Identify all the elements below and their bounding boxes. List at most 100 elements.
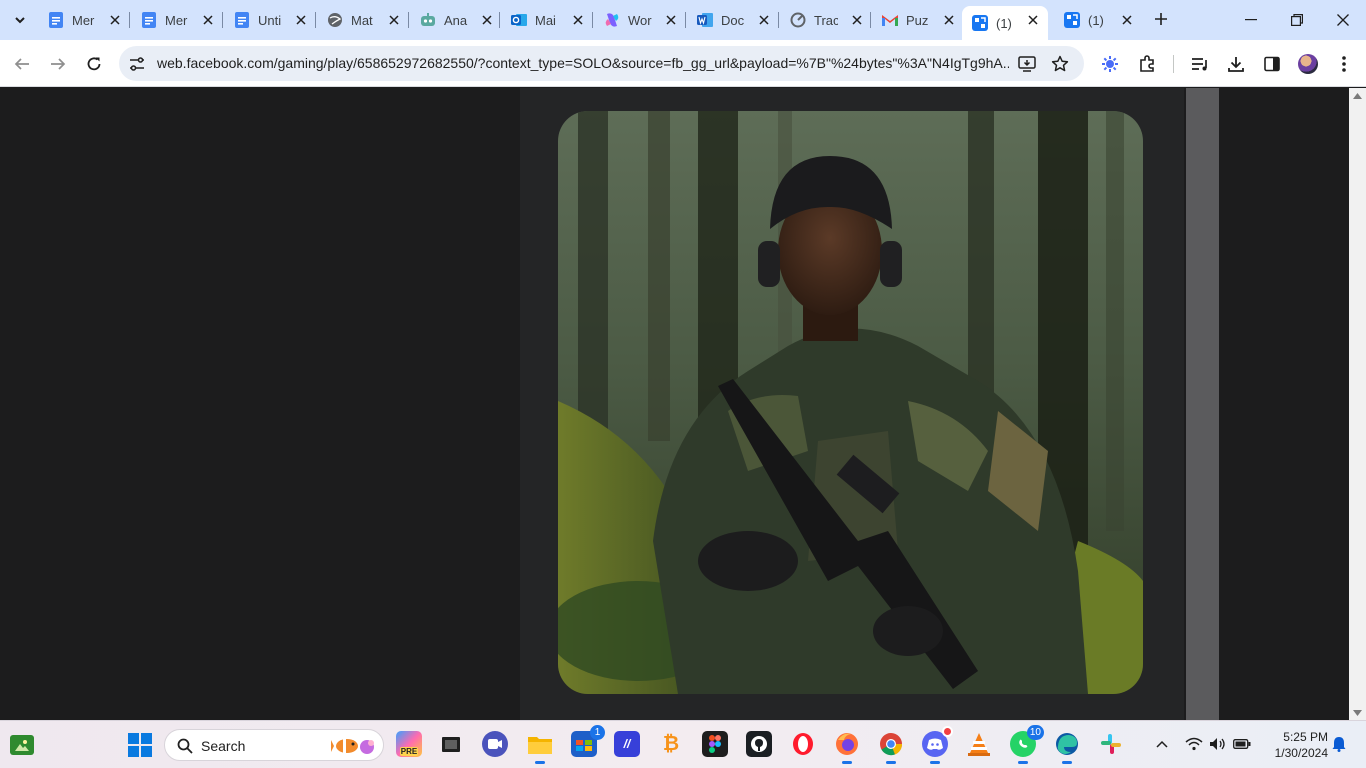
battery-icon[interactable]: [1233, 735, 1251, 753]
figma-icon[interactable]: [702, 731, 728, 757]
close-icon[interactable]: [942, 13, 956, 27]
url-text[interactable]: web.facebook.com/gaming/play/65865297268…: [157, 55, 1009, 71]
tab-title: Mer: [165, 12, 188, 28]
slack-icon[interactable]: [1098, 731, 1124, 757]
reload-button[interactable]: [80, 50, 108, 78]
back-button[interactable]: [8, 50, 36, 78]
page-margin: [1219, 88, 1349, 720]
page-scrollbar[interactable]: [1349, 88, 1366, 720]
tab-outlook[interactable]: Mai: [501, 6, 593, 34]
minimize-icon: [1245, 19, 1257, 21]
tracker-icon: [790, 12, 806, 28]
install-app-icon[interactable]: [1017, 54, 1037, 74]
restore-icon: [1291, 14, 1303, 26]
tab-title: Mat: [351, 12, 373, 28]
game-image-soldier[interactable]: [558, 111, 1143, 694]
tab-docs-2[interactable]: Mer: [131, 6, 223, 34]
task-view-icon[interactable]: [438, 731, 464, 757]
site-settings-icon[interactable]: [127, 54, 147, 74]
scroll-down-arrow-icon[interactable]: [1353, 708, 1362, 717]
wifi-icon[interactable]: [1185, 735, 1203, 753]
tab-title: Puz: [906, 12, 929, 28]
windows-start-icon[interactable]: [127, 732, 153, 758]
close-icon[interactable]: [757, 13, 771, 27]
minimize-button[interactable]: [1228, 6, 1274, 34]
whatsapp-icon[interactable]: 10: [1010, 725, 1044, 764]
edge-icon[interactable]: [1054, 731, 1080, 764]
close-icon: [1337, 14, 1349, 26]
scroll-up-arrow-icon[interactable]: [1353, 91, 1362, 100]
close-window-button[interactable]: [1320, 6, 1366, 34]
file-explorer-icon[interactable]: [527, 731, 553, 764]
chrome-menu-icon[interactable]: [1332, 52, 1356, 76]
arrow-right-icon: [51, 58, 66, 70]
close-icon[interactable]: [480, 13, 494, 27]
restore-button[interactable]: [1274, 6, 1320, 34]
azure-icon[interactable]: //: [614, 731, 640, 757]
address-bar[interactable]: web.facebook.com/gaming/play/65865297268…: [119, 46, 1084, 81]
vlc-icon[interactable]: [966, 731, 992, 757]
opera-icon[interactable]: [790, 731, 816, 757]
clock-time: 5:25 PM: [1283, 730, 1328, 744]
chrome-icon[interactable]: [878, 731, 904, 764]
tab-title: Mai: [535, 12, 556, 28]
close-icon[interactable]: [201, 13, 215, 27]
tab-globe[interactable]: Mat: [317, 6, 409, 34]
github-icon[interactable]: [746, 731, 772, 757]
system-clock[interactable]: 5:25 PM 1/30/2024: [1262, 729, 1328, 761]
close-icon[interactable]: [664, 13, 678, 27]
tab-docs-1[interactable]: Mer: [38, 6, 130, 34]
close-icon[interactable]: [1120, 13, 1134, 27]
store-icon[interactable]: 1: [571, 725, 605, 757]
forward-button[interactable]: [44, 50, 72, 78]
discord-icon[interactable]: [922, 726, 953, 764]
volume-icon[interactable]: [1209, 735, 1227, 753]
google-docs-icon: [234, 12, 250, 28]
google-docs-icon: [141, 12, 157, 28]
tab-gmail[interactable]: Puz: [872, 6, 964, 34]
tab-search-button[interactable]: [6, 6, 34, 34]
firefox-icon[interactable]: [834, 731, 860, 764]
media-control-icon[interactable]: [1188, 52, 1212, 76]
tab-word[interactable]: Doc: [687, 6, 779, 34]
bookmark-star-icon[interactable]: [1050, 54, 1070, 74]
download-icon[interactable]: [1224, 52, 1248, 76]
close-icon[interactable]: [850, 13, 864, 27]
outlook-icon: [511, 12, 527, 28]
tab-robot[interactable]: Ana: [410, 6, 502, 34]
reload-icon: [87, 57, 101, 71]
close-icon[interactable]: [294, 13, 308, 27]
copilot-pre-icon[interactable]: PRE: [396, 731, 422, 757]
notification-bell-icon[interactable]: [1330, 735, 1348, 753]
tab-strip: Mer Mer Unti Mat Ana Mai Wor Doc Trac Pu…: [0, 0, 1366, 40]
chevron-up-icon[interactable]: [1153, 735, 1171, 753]
close-icon[interactable]: [571, 13, 585, 27]
tab-facebook-gaming[interactable]: (1) I: [1054, 6, 1142, 34]
close-icon[interactable]: [1026, 13, 1040, 27]
tab-tracker[interactable]: Trac: [780, 6, 872, 34]
bitcoin-icon[interactable]: ₿: [658, 731, 684, 757]
tab-docs-3[interactable]: Unti: [224, 6, 316, 34]
new-tab-button[interactable]: [1150, 8, 1172, 30]
chevron-down-icon: [15, 17, 25, 24]
close-icon[interactable]: [387, 13, 401, 27]
tab-facebook-gaming-active[interactable]: (1) I: [962, 6, 1048, 40]
tab-title: (1) I: [996, 15, 1016, 31]
teams-chat-icon[interactable]: [482, 731, 508, 757]
close-icon[interactable]: [108, 13, 122, 27]
taskbar-search[interactable]: Search: [164, 729, 384, 761]
search-label: Search: [201, 738, 246, 754]
notification-dot-icon: [942, 726, 953, 737]
word-icon: [697, 12, 713, 28]
tab-copilot[interactable]: Wor: [594, 6, 686, 34]
tab-title: Ana: [444, 12, 468, 28]
widgets-icon[interactable]: [10, 735, 34, 755]
tab-title: Mer: [72, 12, 95, 28]
side-panel-icon[interactable]: [1260, 52, 1284, 76]
profile-avatar[interactable]: [1296, 52, 1320, 76]
tab-title: Wor: [628, 12, 652, 28]
globe-icon: [327, 12, 343, 28]
extensions-puzzle-icon[interactable]: [1135, 52, 1159, 76]
extension-gear-icon[interactable]: [1098, 52, 1122, 76]
tab-title: Doc: [721, 12, 745, 28]
